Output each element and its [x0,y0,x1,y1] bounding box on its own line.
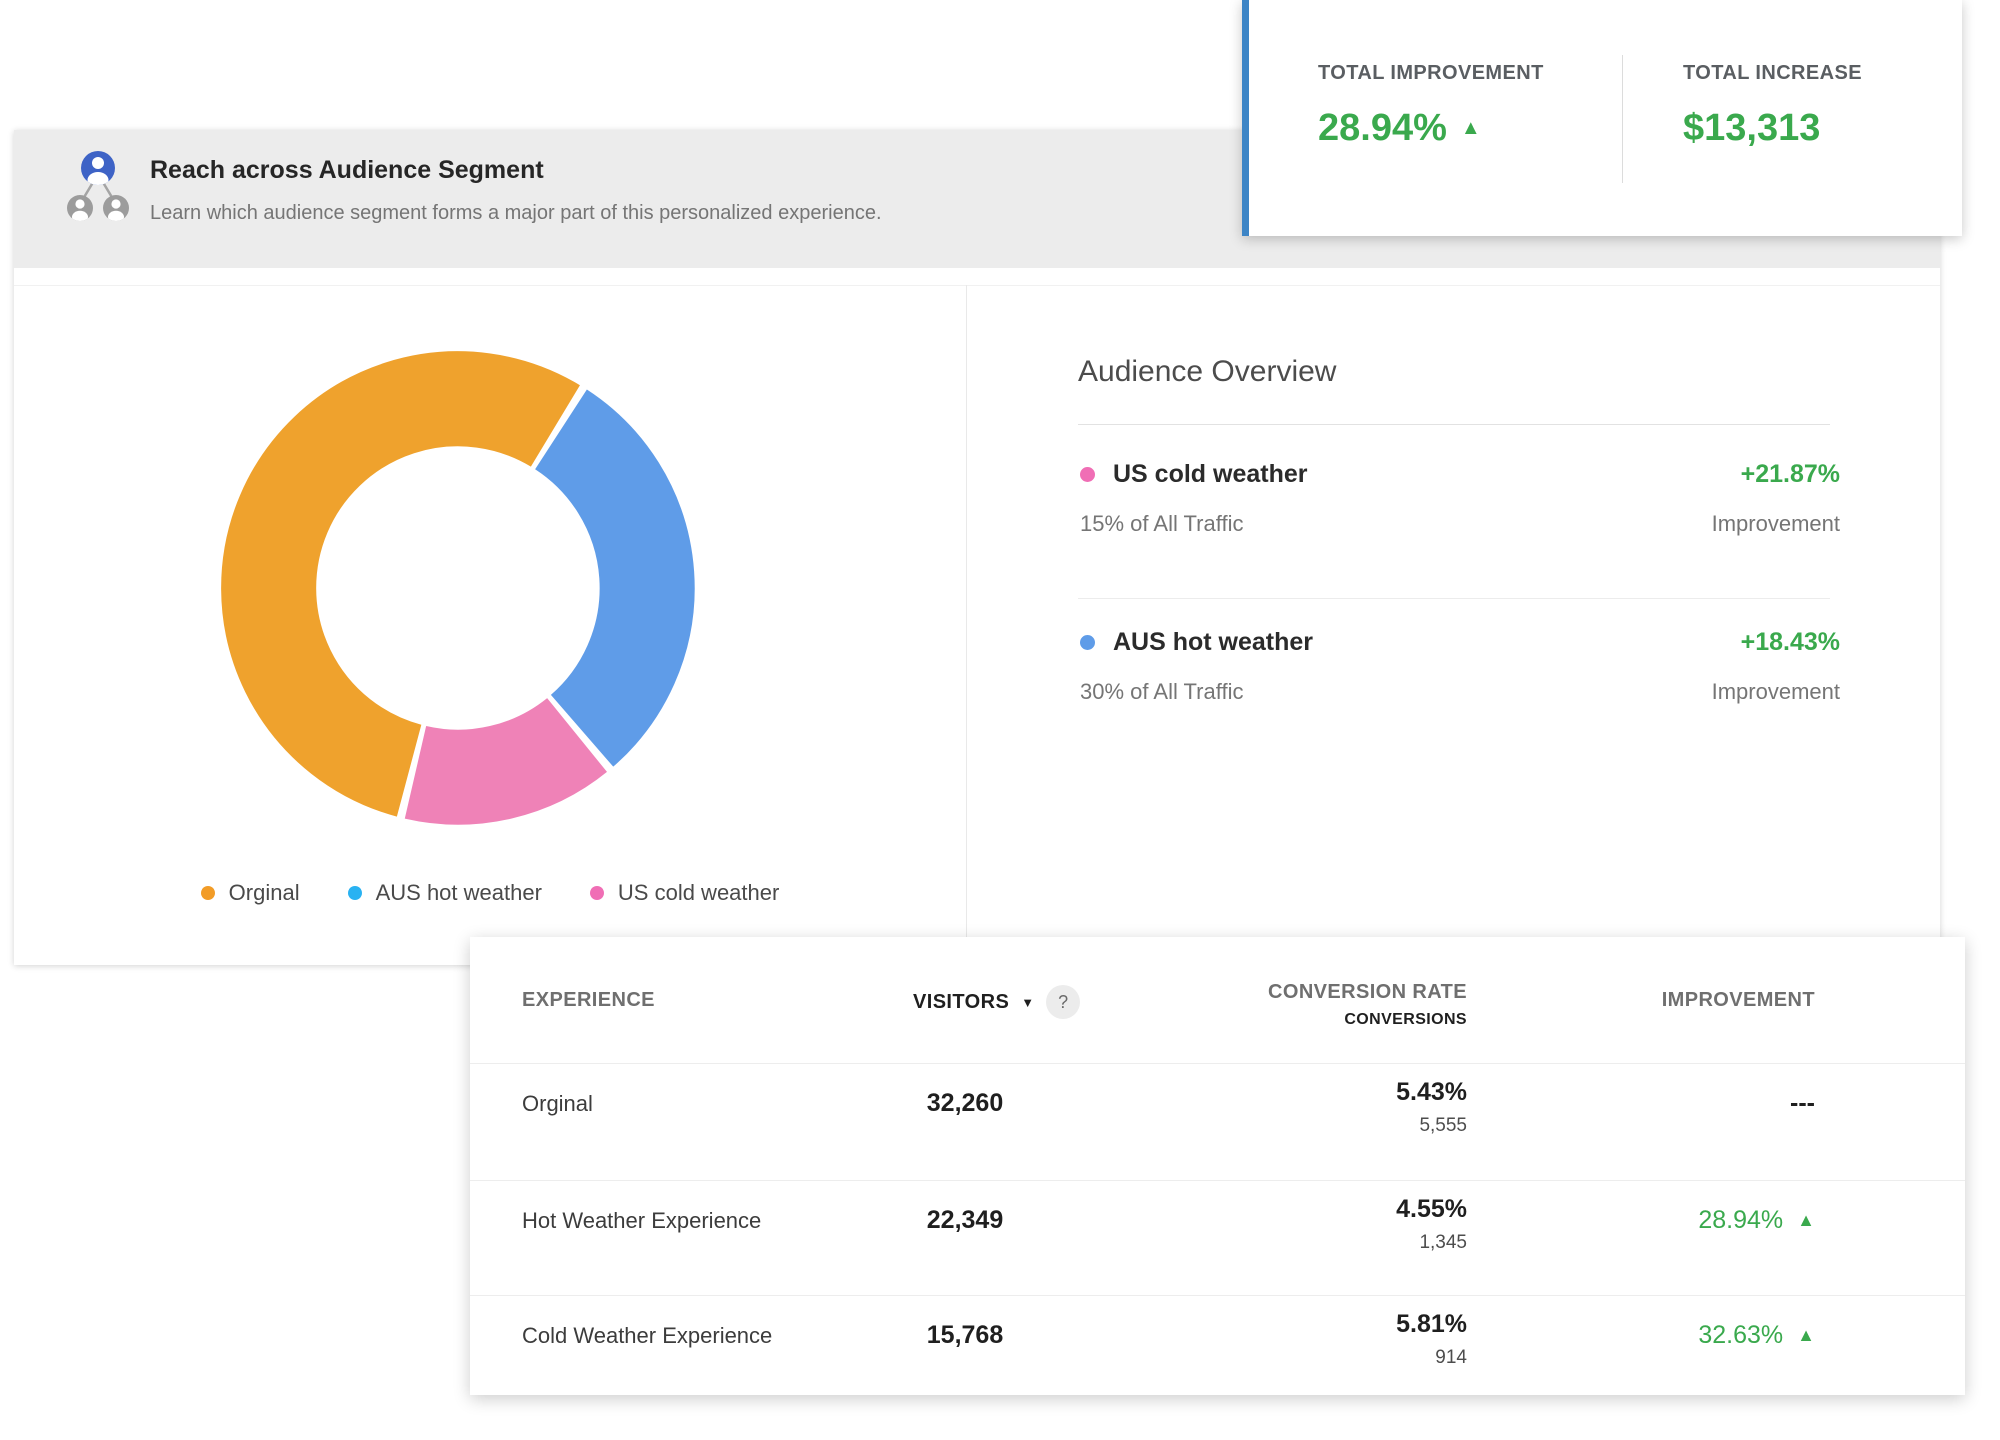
total-improvement-block: TOTAL IMPROVEMENT 28.94% ▲ [1318,62,1544,150]
improvement-value: 28.94% [1698,1206,1783,1235]
divider [1078,598,1830,599]
totals-summary-card: TOTAL IMPROVEMENT 28.94% ▲ TOTAL INCREAS… [1242,0,1962,236]
visitors-header-label: VISITORS [913,991,1009,1014]
table-row-hot-weather: Hot Weather Experience 22,349 4.55% 1,34… [470,1180,1965,1295]
visitors-value: 32,260 [890,1089,1040,1118]
visitors-value: 22,349 [890,1206,1040,1235]
experiences-table-card: EXPERIENCE VISITORS ▼ ? CONVERSION RATE … [470,937,1965,1395]
donut-slice-orginal[interactable] [269,399,556,771]
segment-name: US cold weather [1113,460,1308,489]
donut-slice-us-cold-weather[interactable] [415,735,577,777]
legend-dot-blue [348,886,362,900]
total-improvement-label: TOTAL IMPROVEMENT [1318,62,1544,85]
divider [966,285,967,965]
segment-improvement-value: +18.43% [1741,628,1840,657]
conversions-value: 1,345 [1190,1232,1467,1254]
segment-name: AUS hot weather [1113,628,1313,657]
segment-dot-blue [1080,635,1095,650]
audience-segmentation-icon [66,148,130,226]
section-title: Reach across Audience Segment [150,156,544,185]
overview-row-us-cold-weather: US cold weather +21.87% 15% of All Traff… [1080,460,1840,537]
audience-segment-body: Orginal AUS hot weather US cold weather … [14,268,1940,965]
total-improvement-value: 28.94% [1318,107,1447,150]
up-arrow-icon: ▲ [1461,117,1481,140]
segment-improvement-label: Improvement [1712,679,1840,705]
dashboard-canvas: Reach across Audience Segment Learn whic… [0,0,2000,1440]
conversions-header-label: CONVERSIONS [1190,1011,1467,1029]
audience-segment-panel: Reach across Audience Segment Learn whic… [14,130,1940,965]
chart-legend: Orginal AUS hot weather US cold weather [14,880,966,906]
column-header-visitors[interactable]: VISITORS ▼ ? [913,985,1080,1019]
conversions-value: 914 [1190,1347,1467,1369]
up-arrow-icon: ▲ [1797,1210,1815,1231]
table-row-orginal: Orginal 32,260 5.43% 5,555 --- [470,1063,1965,1178]
improvement-value: --- [1565,1089,1815,1118]
divider [1622,55,1623,183]
legend-item-us-cold-weather[interactable]: US cold weather [590,880,779,906]
column-header-experience: EXPERIENCE [522,989,655,1012]
legend-dot-orange [201,886,215,900]
column-header-improvement: IMPROVEMENT [1565,989,1815,1012]
total-increase-block: TOTAL INCREASE $13,313 [1683,62,1862,150]
experience-name: Orginal [522,1091,593,1117]
column-header-conversion: CONVERSION RATE CONVERSIONS [1190,981,1467,1029]
legend-item-aus-hot-weather[interactable]: AUS hot weather [348,880,542,906]
total-increase-label: TOTAL INCREASE [1683,62,1862,85]
legend-dot-pink [590,886,604,900]
legend-label: US cold weather [618,880,779,906]
up-arrow-icon: ▲ [1797,1325,1815,1346]
improvement-value: 32.63% [1698,1321,1783,1350]
legend-label: AUS hot weather [376,880,542,906]
legend-label: Orginal [229,880,300,906]
conversion-rate-value: 5.81% [1190,1310,1467,1339]
segment-dot-pink [1080,467,1095,482]
experience-name: Hot Weather Experience [522,1208,761,1234]
segment-improvement-label: Improvement [1712,511,1840,537]
legend-item-orginal[interactable]: Orginal [201,880,300,906]
sort-descending-icon: ▼ [1021,995,1034,1010]
conversion-rate-value: 5.43% [1190,1078,1467,1107]
divider [14,285,1940,286]
section-subtitle: Learn which audience segment forms a maj… [150,202,882,225]
donut-slice-aus-hot-weather[interactable] [561,429,647,730]
divider [1078,424,1830,425]
segment-improvement-value: +21.87% [1741,460,1840,489]
conversions-value: 5,555 [1190,1115,1467,1137]
segment-traffic-share: 30% of All Traffic [1080,679,1243,705]
total-increase-value: $13,313 [1683,107,1820,150]
help-icon[interactable]: ? [1046,985,1080,1019]
overview-row-aus-hot-weather: AUS hot weather +18.43% 30% of All Traff… [1080,628,1840,705]
audience-donut-chart [213,343,703,833]
visitors-value: 15,768 [890,1321,1040,1350]
experience-name: Cold Weather Experience [522,1323,772,1349]
conversion-rate-header-label: CONVERSION RATE [1190,981,1467,1004]
conversion-rate-value: 4.55% [1190,1195,1467,1224]
table-row-cold-weather: Cold Weather Experience 15,768 5.81% 914… [470,1295,1965,1395]
segment-traffic-share: 15% of All Traffic [1080,511,1243,537]
audience-overview-title: Audience Overview [1078,355,1336,389]
